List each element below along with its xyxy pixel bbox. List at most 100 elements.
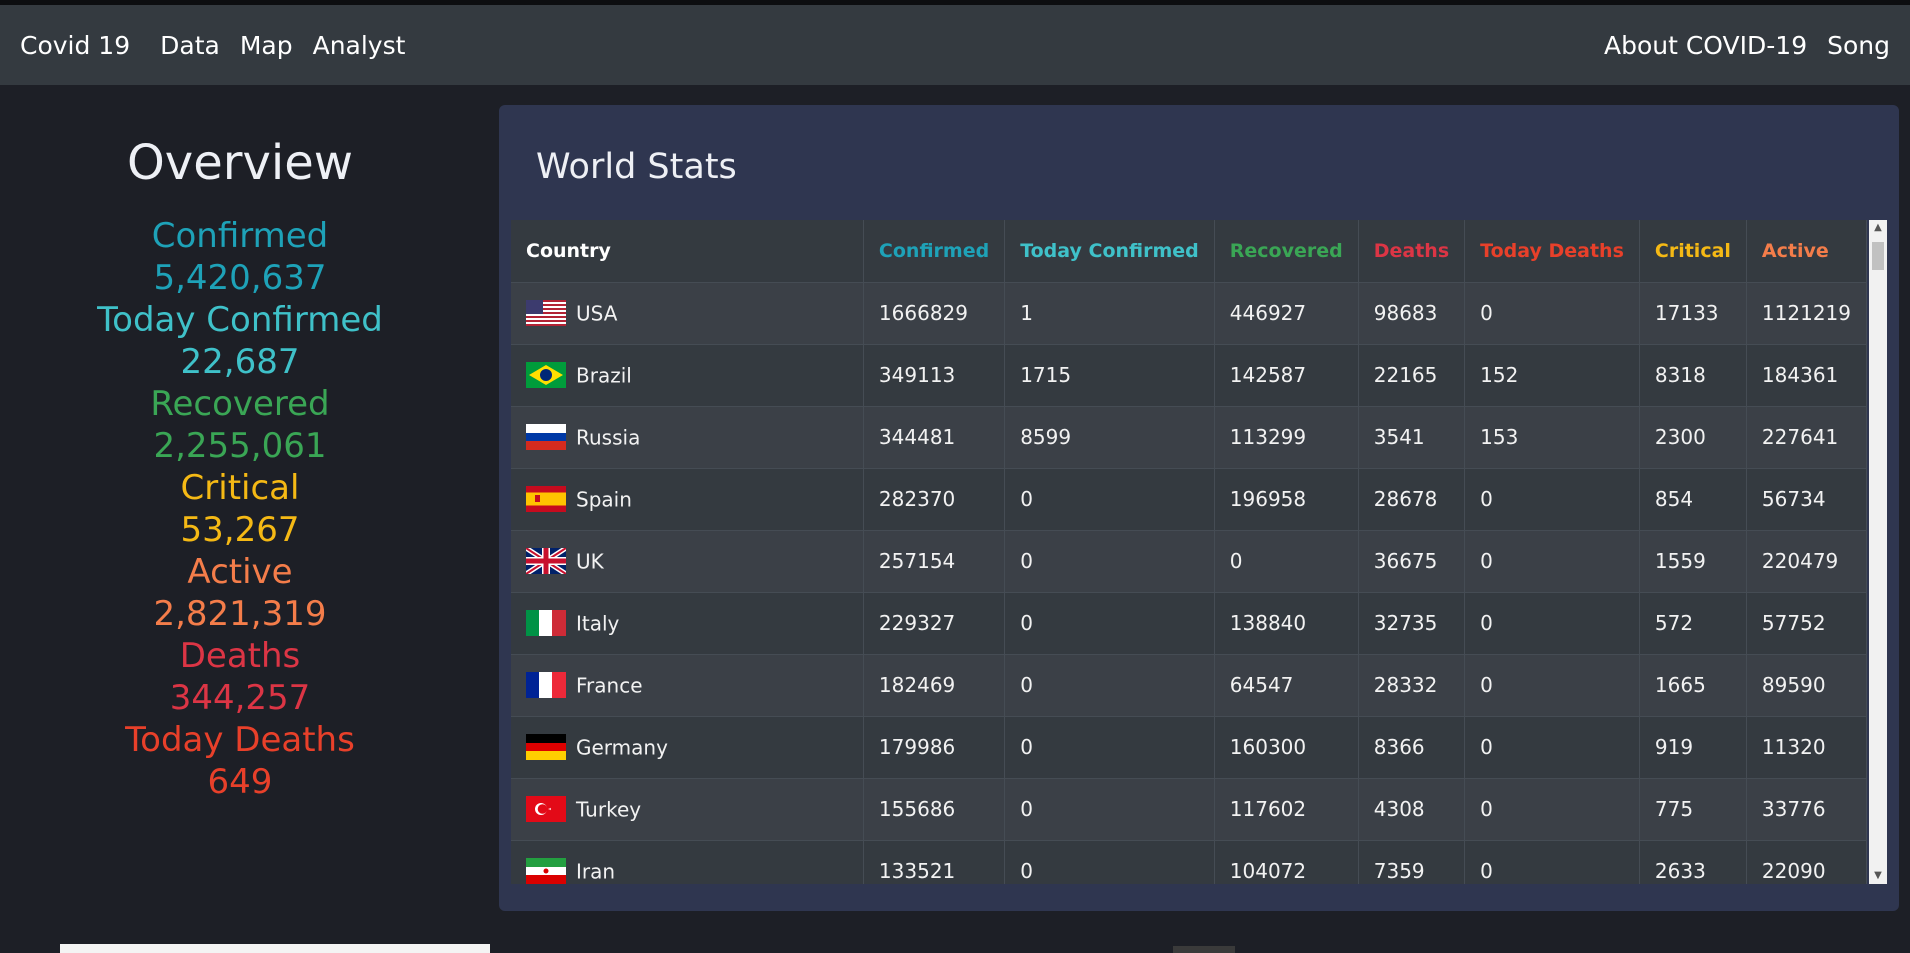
table-cell: 220479 xyxy=(1746,530,1867,593)
column-header-confirmed[interactable]: Confirmed xyxy=(863,220,1006,283)
stat-today-deaths: Today Deaths 649 xyxy=(0,719,480,803)
overview-panel: Overview Confirmed 5,420,637 Today Confirm… xyxy=(0,85,480,953)
table-cell: 919 xyxy=(1639,716,1747,779)
nav-link-map[interactable]: Map xyxy=(240,31,293,60)
table-row[interactable]: Russia 344481 8599 113299 3541 153 2300 227641 xyxy=(511,406,1867,469)
table-cell: 257154 xyxy=(863,530,1006,593)
nav-link-analyst[interactable]: Analyst xyxy=(313,31,406,60)
table-cell: 184361 xyxy=(1746,344,1867,407)
country-name: USA xyxy=(576,301,618,326)
table-cell: 0 xyxy=(1004,592,1215,655)
table-cell: 152 xyxy=(1464,344,1640,407)
country-name: Italy xyxy=(576,611,620,636)
stat-value: 53,267 xyxy=(180,510,300,550)
stat-label: Today Confirmed xyxy=(97,300,383,340)
table-cell: 0 xyxy=(1004,840,1215,884)
country-cell: Italy xyxy=(511,592,864,655)
country-cell: Spain xyxy=(511,468,864,531)
table-cell: 133521 xyxy=(863,840,1006,884)
table-cell: 2633 xyxy=(1639,840,1747,884)
table-cell: 0 xyxy=(1004,468,1215,531)
table-cell: 775 xyxy=(1639,778,1747,841)
scroll-down-icon[interactable]: ▼ xyxy=(1869,868,1887,884)
table-row[interactable]: Brazil 349113 1715 142587 22165 152 8318 184361 xyxy=(511,344,1867,407)
table-cell: 7359 xyxy=(1358,840,1466,884)
table-cell: 182469 xyxy=(863,654,1006,717)
country-cell: Brazil xyxy=(511,344,864,407)
stat-value: 649 xyxy=(207,762,273,802)
table-row[interactable]: USA 1666829 1 446927 98683 0 17133 1121219 xyxy=(511,282,1867,345)
table-cell: 8318 xyxy=(1639,344,1747,407)
table-cell: 113299 xyxy=(1214,406,1359,469)
france-flag-icon xyxy=(526,672,566,699)
column-header-deaths[interactable]: Deaths xyxy=(1358,220,1466,283)
country-name: Iran xyxy=(576,859,616,884)
spain-flag-icon xyxy=(526,486,566,513)
turkey-flag-icon xyxy=(526,796,566,823)
stat-deaths: Deaths 344,257 xyxy=(0,635,480,719)
column-header-today-deaths[interactable]: Today Deaths xyxy=(1464,220,1640,283)
column-header-active[interactable]: Active xyxy=(1746,220,1867,283)
nav-link-song[interactable]: Song xyxy=(1827,31,1890,60)
table-cell: 0 xyxy=(1464,592,1640,655)
table-cell: 17133 xyxy=(1639,282,1747,345)
scroll-up-icon[interactable]: ▲ xyxy=(1869,220,1887,236)
stat-label: Deaths xyxy=(179,636,301,676)
country-name: Germany xyxy=(576,735,668,760)
table-cell: 0 xyxy=(1214,530,1359,593)
table-cell: 0 xyxy=(1464,716,1640,779)
table-scrollbar[interactable]: ▲ ▼ xyxy=(1869,220,1887,884)
table-row[interactable]: Turkey 155686 0 117602 4308 0 775 33776 xyxy=(511,778,1867,841)
world-stats-table-container[interactable]: Country Confirmed Today Confirmed Recovered… xyxy=(511,220,1867,884)
table-row[interactable]: France 182469 0 64547 28332 0 1665 89590 xyxy=(511,654,1867,717)
table-row[interactable]: Italy 229327 0 138840 32735 0 572 57752 xyxy=(511,592,1867,655)
uk-flag-icon xyxy=(524,546,568,577)
table-cell: 0 xyxy=(1464,654,1640,717)
nav-link-about[interactable]: About COVID-19 xyxy=(1604,31,1807,60)
stat-value: 2,821,319 xyxy=(153,594,327,634)
table-row[interactable]: UK 257154 0 0 36675 0 1559 220479 xyxy=(511,530,1867,593)
nav-link-data[interactable]: Data xyxy=(160,31,220,60)
table-row[interactable]: Germany 179986 0 160300 8366 0 919 11320 xyxy=(511,716,1867,779)
stat-recovered: Recovered 2,255,061 xyxy=(0,383,480,467)
iran-flag-icon xyxy=(526,858,566,884)
table-cell: 0 xyxy=(1464,778,1640,841)
column-header-recovered[interactable]: Recovered xyxy=(1214,220,1359,283)
table-cell: 98683 xyxy=(1358,282,1466,345)
taskbar-fragment xyxy=(1173,946,1235,953)
horizontal-scrollbar[interactable] xyxy=(60,944,490,953)
table-cell: 1 xyxy=(1004,282,1215,345)
table-row[interactable]: Spain 282370 0 196958 28678 0 854 56734 xyxy=(511,468,1867,531)
stat-confirmed: Confirmed 5,420,637 xyxy=(0,215,480,299)
column-header-critical[interactable]: Critical xyxy=(1639,220,1747,283)
stat-label: Today Deaths xyxy=(125,720,355,760)
table-cell: 56734 xyxy=(1746,468,1867,531)
country-name: Brazil xyxy=(576,363,632,388)
stat-label: Critical xyxy=(180,468,300,508)
table-cell: 4308 xyxy=(1358,778,1466,841)
table-cell: 32735 xyxy=(1358,592,1466,655)
stat-critical: Critical 53,267 xyxy=(0,467,480,551)
table-cell: 104072 xyxy=(1214,840,1359,884)
country-cell: Russia xyxy=(511,406,864,469)
overview-title: Overview xyxy=(127,135,353,191)
table-cell: 57752 xyxy=(1746,592,1867,655)
country-name: Spain xyxy=(576,487,632,512)
column-header-country[interactable]: Country xyxy=(511,220,864,283)
table-cell: 349113 xyxy=(863,344,1006,407)
country-cell: Turkey xyxy=(511,778,864,841)
table-cell: 1559 xyxy=(1639,530,1747,593)
scrollbar-thumb[interactable] xyxy=(1872,242,1884,270)
table-cell: 22090 xyxy=(1746,840,1867,884)
column-header-today-confirmed[interactable]: Today Confirmed xyxy=(1004,220,1215,283)
brand-link[interactable]: Covid 19 xyxy=(20,31,130,60)
table-cell: 8366 xyxy=(1358,716,1466,779)
table-cell: 33776 xyxy=(1746,778,1867,841)
top-navbar: Covid 19 Data Map Analyst About COVID-19… xyxy=(0,5,1910,85)
table-cell: 1715 xyxy=(1004,344,1215,407)
country-cell: USA xyxy=(511,282,864,345)
overview-stats: Confirmed 5,420,637 Today Confirmed 22,687 R… xyxy=(0,215,480,803)
table-row[interactable]: Iran 133521 0 104072 7359 0 2633 22090 xyxy=(511,840,1867,884)
table-cell: 0 xyxy=(1464,282,1640,345)
table-cell: 0 xyxy=(1004,778,1215,841)
